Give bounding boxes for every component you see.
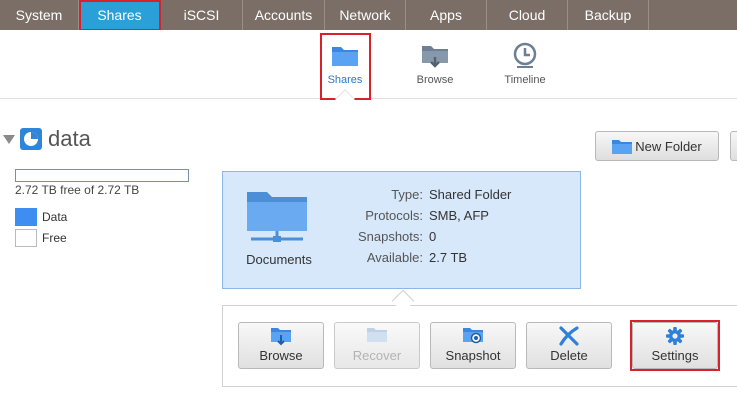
usage-bar [15,169,189,182]
new-folder-button[interactable]: New Folder [595,131,719,161]
recover-button[interactable]: Recover [334,322,420,369]
highlight-settings-button [630,320,720,371]
legend-free: Free [15,229,67,247]
prop-type: Type: Shared Folder [391,187,512,202]
prop-protocols: Protocols: SMB, AFP [365,208,489,223]
delete-x-icon [559,326,579,346]
tab-cloud[interactable]: Cloud [487,0,568,30]
share-name: Documents [246,252,312,267]
subnav-browse[interactable]: Browse [400,40,470,86]
collapse-triangle-icon[interactable] [3,134,15,144]
folder-browse-icon [422,46,448,68]
highlight-tab-shares [79,0,161,31]
share-properties: Type: Shared Folder Protocols: SMB, AFP Sn… [343,184,511,268]
volume-header[interactable]: data [0,124,91,154]
snapshot-button[interactable]: Snapshot [430,322,516,369]
network-folder-icon [247,192,307,242]
tab-network[interactable]: Network [325,0,406,30]
folder-icon [612,140,633,154]
delete-button[interactable]: Delete [526,322,612,369]
tab-apps[interactable]: Apps [406,0,487,30]
legend-swatch-free [15,229,37,247]
clock-icon [513,42,537,68]
share-card[interactable]: Documents Type: Shared Folder Protocols: S… [222,171,581,289]
more-button[interactable] [730,131,737,161]
legend-swatch-data [15,208,37,226]
subnav-timeline[interactable]: Timeline [490,40,560,86]
usage-text: 2.72 TB free of 2.72 TB [15,183,140,197]
prop-available: Available: 2.7 TB [366,250,468,265]
folder-browse-icon [271,328,291,346]
legend-data: Data [15,208,67,226]
tab-iscsi[interactable]: iSCSI [161,0,243,30]
pie-chart-icon [20,128,42,150]
prop-snapshots: Snapshots: 0 [357,229,437,244]
folder-recover-icon [367,328,387,342]
tab-accounts[interactable]: Accounts [243,0,325,30]
volume-name: data [48,126,91,151]
browse-button[interactable]: Browse [238,322,324,369]
tab-system[interactable]: System [0,0,79,30]
tab-backup[interactable]: Backup [568,0,649,30]
folder-snapshot-icon [463,328,483,344]
